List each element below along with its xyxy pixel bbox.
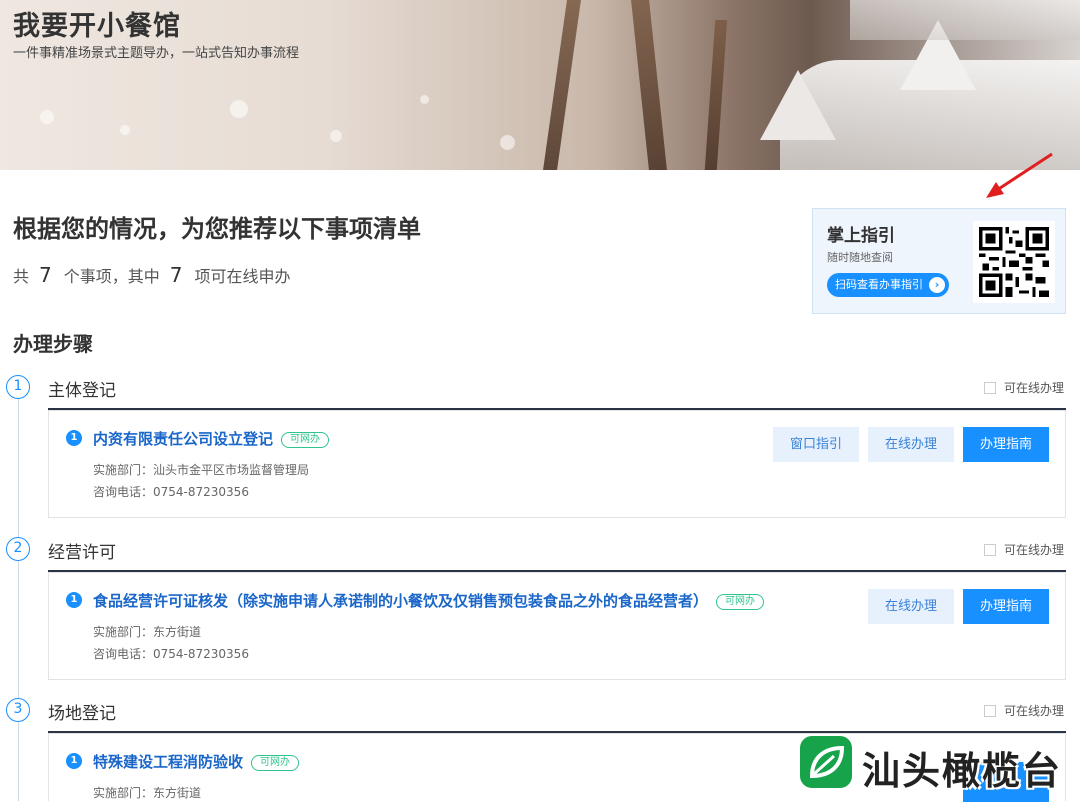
step-name: 场地登记	[48, 704, 116, 724]
online-filter-label: 可在线办理	[1004, 543, 1065, 557]
item-index: 1	[66, 430, 82, 446]
item-dept: 实施部门：东方街道	[93, 786, 202, 800]
step-name: 主体登记	[48, 381, 116, 401]
steps-timeline	[18, 398, 19, 801]
online-apply-button[interactable]: 在线办理	[868, 589, 954, 624]
banner-subtitle: 一件事精准场景式主题导办，一站式告知办事流程	[13, 46, 300, 61]
banner: 我要开小餐馆 一件事精准场景式主题导办，一站式告知办事流程	[0, 0, 1080, 170]
step-number: 3	[6, 698, 30, 722]
item-name-link[interactable]: 食品经营许可证核发（除实施申请人承诺制的小餐饮及仅销售预包装食品之外的食品经营者…	[93, 590, 765, 611]
online-tag: 可网办	[716, 594, 765, 610]
chevron-right-icon: ›	[929, 277, 945, 293]
item-phone: 咨询电话：0754-87230356	[93, 647, 249, 661]
leaf-logo-icon	[800, 736, 852, 788]
qr-code-icon	[973, 221, 1055, 303]
total-count: 7	[39, 263, 52, 287]
step-name: 经营许可	[48, 543, 116, 563]
steps-title: 办理步骤	[13, 332, 93, 356]
count-mid: 个事项，其中	[63, 267, 160, 286]
online-filter-checkbox[interactable]: 可在线办理	[984, 379, 1064, 396]
watermark: 汕头橄榄台	[800, 734, 1080, 794]
qr-guide-card: 掌上指引 随时随地查阅 扫码查看办事指引 ›	[812, 208, 1066, 314]
step-number: 2	[6, 537, 30, 561]
online-filter-checkbox[interactable]: 可在线办理	[984, 702, 1064, 719]
item-name: 内资有限责任公司设立登记	[93, 430, 274, 448]
online-filter-checkbox[interactable]: 可在线办理	[984, 541, 1064, 558]
count-prefix: 共	[13, 267, 30, 286]
item-dept: 实施部门：汕头市金平区市场监督管理局	[93, 463, 310, 477]
count-suffix: 项可在线申办	[194, 267, 291, 286]
item-index: 1	[66, 753, 82, 769]
annotation-arrow-icon	[986, 152, 1053, 198]
checkbox-icon	[984, 705, 996, 717]
step-number: 1	[6, 375, 30, 399]
recommendation-title: 根据您的情况，为您推荐以下事项清单	[13, 215, 421, 243]
online-tag: 可网办	[281, 432, 330, 448]
recommendation-count: 共 7 个事项，其中 7 项可在线申办	[13, 263, 291, 287]
item-name-link[interactable]: 特殊建设工程消防验收 可网办	[93, 751, 300, 772]
item-name-link[interactable]: 内资有限责任公司设立登记 可网办	[93, 428, 330, 449]
service-item-card: 1 食品经营许可证核发（除实施申请人承诺制的小餐饮及仅销售预包装食品之外的食品经…	[48, 572, 1066, 680]
banner-title: 我要开小餐馆	[13, 11, 181, 42]
checkbox-icon	[984, 544, 996, 556]
qr-card-title: 掌上指引	[827, 226, 895, 246]
checkbox-icon	[984, 382, 996, 394]
qr-card-subtitle: 随时随地查阅	[827, 251, 893, 264]
scan-guide-label: 扫码查看办事指引	[835, 278, 923, 291]
service-item-card: 1 内资有限责任公司设立登记 可网办 实施部门：汕头市金平区市场监督管理局 咨询电…	[48, 410, 1066, 518]
online-filter-label: 可在线办理	[1004, 704, 1065, 718]
window-guide-button[interactable]: 窗口指引	[773, 427, 859, 462]
step-header-2: 2 经营许可 可在线办理	[0, 537, 1080, 567]
guide-button[interactable]: 办理指南	[963, 427, 1049, 462]
guide-button[interactable]: 办理指南	[963, 589, 1049, 624]
item-index: 1	[66, 592, 82, 608]
step-header-1: 1 主体登记 可在线办理	[0, 375, 1080, 405]
online-tag: 可网办	[251, 755, 300, 771]
item-phone: 咨询电话：0754-87230356	[93, 485, 249, 499]
watermark-text: 汕头橄榄台	[862, 749, 1063, 793]
item-dept: 实施部门：东方街道	[93, 625, 202, 639]
item-name: 特殊建设工程消防验收	[93, 753, 244, 771]
online-filter-label: 可在线办理	[1004, 381, 1065, 395]
step-header-3: 3 场地登记 可在线办理	[0, 698, 1080, 728]
scan-guide-button[interactable]: 扫码查看办事指引 ›	[827, 273, 949, 297]
online-count: 7	[169, 263, 183, 287]
online-apply-button[interactable]: 在线办理	[868, 427, 954, 462]
item-name: 食品经营许可证核发（除实施申请人承诺制的小餐饮及仅销售预包装食品之外的食品经营者…	[93, 592, 709, 610]
